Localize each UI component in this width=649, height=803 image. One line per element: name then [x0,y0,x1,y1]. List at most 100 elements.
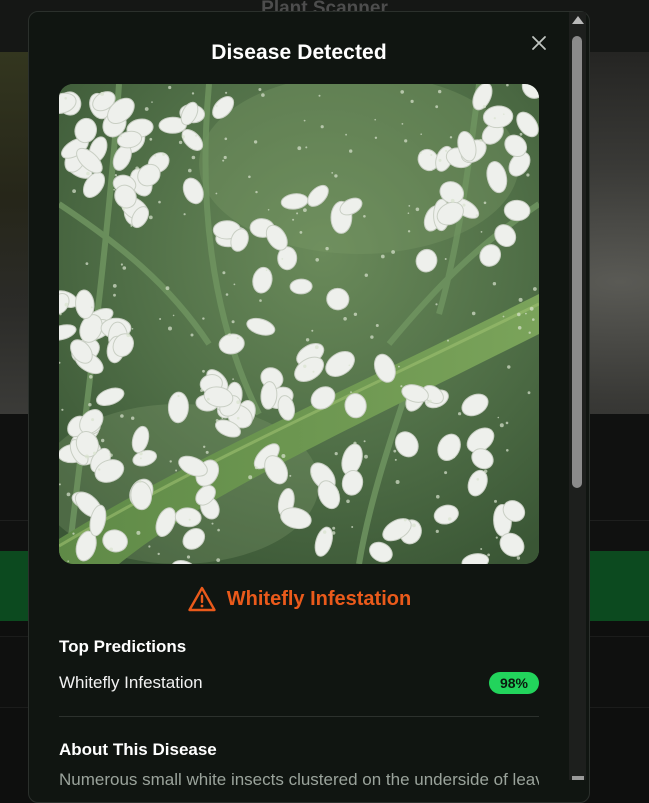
egg-speck [61,408,64,411]
egg-speck [480,231,483,233]
egg-speck [529,306,534,311]
egg-speck [426,401,429,404]
section-divider [59,716,539,717]
scrollbar-thumb[interactable] [572,36,582,488]
egg-speck [131,328,134,330]
egg-speck [412,523,416,528]
egg-speck [236,337,239,340]
egg-speck [253,140,258,144]
egg-speck [505,421,509,425]
egg-speck [72,532,75,535]
egg-speck [72,189,76,193]
egg-speck [475,214,479,217]
egg-speck [482,105,486,109]
egg-speck [487,553,490,557]
egg-speck [297,146,302,151]
top-predictions-heading: Top Predictions [59,637,187,656]
egg-speck [370,335,374,339]
egg-speck [202,317,205,320]
egg-speck [351,526,354,528]
egg-speck [480,548,483,550]
egg-speck [254,466,258,470]
egg-speck [200,389,204,392]
egg-speck [503,113,505,115]
egg-speck [203,445,206,448]
egg-speck [222,159,225,162]
egg-speck [191,155,196,160]
egg-speck [303,119,306,122]
egg-speck [172,314,175,317]
egg-speck [223,155,227,160]
egg-speck [331,531,336,535]
egg-speck [158,200,161,204]
egg-speck [175,469,178,472]
egg-speck [462,203,466,207]
egg-speck [228,333,231,337]
egg-speck [334,174,338,178]
egg-speck [225,293,229,296]
egg-speck [178,140,183,145]
egg-speck [236,416,240,420]
egg-speck [318,94,321,97]
prediction-label: Whitefly Infestation [59,673,203,692]
egg-speck [191,92,195,95]
egg-speck [419,151,422,154]
egg-speck [135,166,139,171]
disease-result-dialog: Disease Detected Whitefly Infestation To… [28,11,590,803]
egg-speck [337,491,339,493]
egg-speck [149,137,153,141]
egg-speck [495,536,498,539]
egg-speck [364,454,368,459]
egg-speck [526,173,530,177]
egg-speck [525,312,527,315]
egg-speck [261,93,265,97]
scrollbar[interactable] [569,12,586,780]
egg-speck [420,133,423,135]
egg-speck [393,449,397,453]
egg-speck [363,215,366,218]
egg-speck [349,149,353,153]
egg-speck [435,105,439,109]
egg-speck [64,302,69,307]
egg-speck [507,365,511,369]
egg-speck [109,453,113,457]
egg-speck [122,266,127,270]
about-disease-text: Numerous small white insects clustered o… [59,770,539,789]
egg-speck [144,107,149,111]
close-button[interactable] [529,33,549,53]
scroll-up-arrow[interactable] [572,16,584,24]
egg-speck [140,457,142,460]
egg-speck [516,556,521,560]
egg-speck [350,391,352,393]
egg-speck [168,326,172,331]
egg-speck [93,451,97,455]
egg-speck [217,528,220,532]
egg-speck [138,480,142,484]
egg-speck [139,451,143,456]
egg-speck [281,454,286,458]
egg-speck [186,555,191,559]
egg-speck [323,530,327,534]
egg-speck [114,174,118,177]
egg-speck [348,364,351,367]
egg-speck [86,171,90,176]
egg-speck [222,271,226,275]
egg-speck [517,312,521,317]
scroll-down-arrow[interactable] [572,776,584,780]
egg-speck [483,201,487,205]
egg-speck [400,90,405,94]
egg-speck [346,499,350,504]
egg-speck [410,99,414,103]
scanned-photo-edge [0,52,30,414]
egg-speck [305,146,308,149]
egg-speck [148,215,153,220]
egg-speck [89,375,93,379]
egg-speck [299,231,303,234]
egg-speck [532,318,535,321]
egg-speck [449,136,453,139]
egg-speck [519,132,523,136]
egg-speck [188,518,191,521]
egg-speck [435,303,438,306]
egg-speck [188,168,192,173]
egg-speck [126,333,131,338]
